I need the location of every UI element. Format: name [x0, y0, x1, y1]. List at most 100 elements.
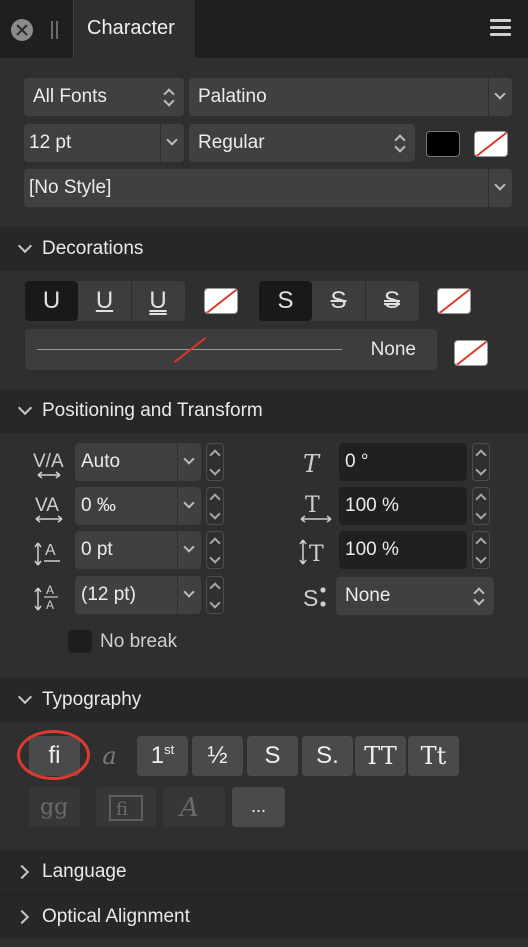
baseline-stepper[interactable] [206, 531, 224, 569]
ordinals-superscript: st [164, 742, 175, 757]
section-typography[interactable]: Typography [0, 678, 528, 722]
underline-color-none-swatch[interactable] [204, 288, 238, 314]
ordinals-button[interactable]: 1st [137, 736, 188, 776]
text-color-swatch[interactable] [426, 131, 460, 157]
svg-text:S: S [303, 585, 318, 611]
chevron-down-icon [183, 453, 195, 465]
strike-color-none-swatch[interactable] [437, 288, 471, 314]
svg-text:A: A [46, 598, 54, 612]
discretionary-ligatures-button[interactable]: fi [96, 787, 156, 827]
vertical-scale-field[interactable]: 100 % [339, 531, 467, 569]
highlight-ring-annotation [17, 730, 90, 780]
updown-icon [164, 87, 174, 107]
chevron-down-icon [183, 497, 195, 509]
strike-single-label: S [330, 287, 347, 314]
subscript-button[interactable]: S. [302, 736, 353, 776]
underline-single-button[interactable]: U [78, 281, 131, 321]
superscript-label: S [264, 742, 281, 769]
hamburger-menu-icon[interactable] [490, 19, 511, 37]
close-icon[interactable] [11, 19, 33, 41]
kerning-dropdown[interactable] [177, 443, 201, 481]
font-family-dropdown[interactable] [488, 78, 512, 116]
section-decorations[interactable]: Decorations [0, 227, 528, 271]
subscript-value: None [345, 585, 391, 606]
all-caps-button[interactable]: TT [355, 736, 406, 776]
svg-text:T: T [303, 450, 321, 478]
vertical-scale-value: 100 % [345, 539, 399, 560]
no-break-checkbox[interactable] [68, 630, 92, 653]
underline-single-label: U [95, 287, 114, 314]
baseline-dropdown[interactable] [177, 531, 201, 569]
stylistic-alternates-button[interactable]: gg [29, 787, 80, 827]
tracking-dropdown[interactable] [177, 487, 201, 525]
kerning-field[interactable]: Auto [75, 443, 201, 481]
section-optical-alignment[interactable]: Optical Alignment [0, 895, 528, 939]
font-family-field[interactable]: Palatino [189, 78, 512, 116]
tracking-value: 0 ‰ [81, 495, 116, 516]
leading-field[interactable]: (12 pt) [75, 576, 201, 614]
more-typography-button[interactable]: ... [232, 787, 285, 827]
leading-value: (12 pt) [81, 584, 136, 605]
kerning-icon: V/A [32, 447, 68, 481]
line-style-select[interactable]: None [25, 329, 437, 370]
chevron-down-icon [17, 238, 33, 254]
baseline-field[interactable]: 0 pt [75, 531, 201, 569]
leading-dropdown[interactable] [177, 576, 201, 614]
small-caps-button[interactable]: Tt [408, 736, 459, 776]
strike-single-button[interactable]: S [312, 281, 365, 321]
svg-text:fi: fi [116, 799, 128, 820]
subscript-label: S. [316, 742, 339, 769]
font-size-field[interactable]: 12 pt [24, 124, 184, 162]
shear-field[interactable]: 0 ° [339, 443, 467, 481]
font-size-value: 12 pt [29, 132, 72, 153]
strike-double-button[interactable]: S [365, 281, 418, 321]
paragraph-style-dropdown[interactable] [488, 169, 512, 207]
ordinals-label: 1st [150, 742, 175, 769]
leading-stepper[interactable] [206, 576, 224, 614]
horizontal-scale-stepper[interactable] [472, 487, 490, 525]
section-positioning[interactable]: Positioning and Transform [0, 389, 528, 433]
line-style-value: None [370, 339, 416, 360]
underline-none-label: U [42, 287, 61, 314]
font-size-dropdown[interactable] [160, 124, 184, 162]
vertical-scale-stepper[interactable] [472, 531, 490, 569]
chevron-down-icon [183, 541, 195, 553]
section-language[interactable]: Language [0, 850, 528, 894]
tracking-stepper[interactable] [206, 487, 224, 525]
kerning-stepper[interactable] [206, 443, 224, 481]
shear-stepper[interactable] [472, 443, 490, 481]
updown-icon [474, 586, 484, 606]
no-break-label: No break [100, 631, 178, 652]
subscript-select[interactable]: None [336, 577, 494, 615]
strike-none-button[interactable]: S [259, 281, 312, 321]
shear-value: 0 ° [345, 451, 369, 472]
drag-grip-icon[interactable] [50, 21, 60, 39]
svg-text:gg: gg [40, 795, 68, 820]
paragraph-style-field[interactable]: [No Style] [24, 169, 512, 207]
underline-none-button[interactable]: U [25, 281, 78, 321]
more-label: ... [250, 796, 266, 816]
line-color-none-swatch[interactable] [454, 340, 488, 366]
svg-text:A: A [46, 583, 54, 597]
font-collection-select[interactable]: All Fonts [24, 78, 184, 116]
updown-icon [395, 133, 405, 153]
underline-double-button[interactable]: U [131, 281, 184, 321]
section-language-label: Language [42, 861, 127, 882]
highlight-color-none-swatch[interactable] [474, 131, 508, 157]
vertical-scale-icon: T [299, 535, 335, 569]
tracking-field[interactable]: 0 ‰ [75, 487, 201, 525]
subscript-position-icon: S [299, 580, 335, 614]
tab-character[interactable]: Character [73, 0, 195, 58]
font-family-value: Palatino [198, 86, 267, 107]
swash-button[interactable]: a [84, 736, 135, 776]
small-caps-label: Tt [420, 742, 447, 770]
contextual-alternates-button[interactable]: A [163, 787, 225, 827]
chevron-down-icon [494, 179, 506, 191]
underline-group: U U U [25, 281, 185, 321]
horizontal-scale-field[interactable]: 100 % [339, 487, 467, 525]
fractions-button[interactable]: ½ [192, 736, 243, 776]
font-style-select[interactable]: Regular [189, 124, 415, 162]
superscript-button[interactable]: S [247, 736, 298, 776]
all-caps-label: TT [364, 742, 397, 770]
line-none-slash [173, 336, 207, 364]
